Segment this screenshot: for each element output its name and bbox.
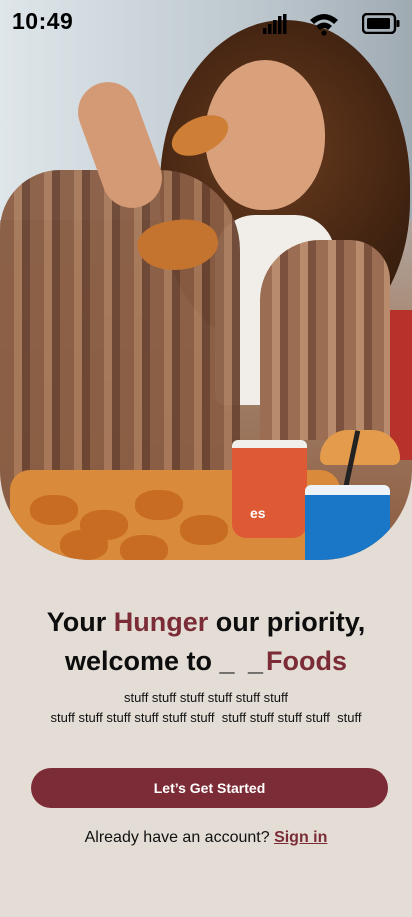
- plaid-jacket-sleeve: [260, 240, 390, 440]
- fried-chicken-piece: [60, 530, 108, 560]
- fried-chicken-piece: [180, 515, 228, 545]
- cellular-signal-icon: [263, 14, 287, 34]
- signin-prompt: Already have an account?: [84, 829, 275, 846]
- cup-logo-text: es: [250, 505, 266, 521]
- status-time: 10:49: [12, 8, 74, 34]
- headline-line-1: Your Hunger our priority,: [0, 603, 412, 642]
- headline-accent-hunger: Hunger: [113, 607, 209, 637]
- burger: [320, 430, 400, 465]
- brand-blank: _ _: [219, 646, 267, 676]
- signin-row: Already have an account? Sign in: [0, 829, 412, 847]
- subtitle-line-2: stuff stuff stuff stuff stuff stuff stuf…: [50, 710, 362, 725]
- fried-chicken-piece: [135, 490, 183, 520]
- headline-text: our priority,: [208, 607, 366, 637]
- red-cup: [232, 440, 307, 538]
- subtitle-line-1: stuff stuff stuff stuff stuff stuff: [123, 690, 289, 705]
- headline-line-2: welcome to _ _Foods: [0, 642, 412, 681]
- signin-link[interactable]: Sign in: [274, 829, 327, 846]
- hero-image: es: [0, 0, 412, 560]
- welcome-headline: Your Hunger our priority, welcome to _ _…: [0, 603, 412, 681]
- headline-text: welcome to: [64, 646, 220, 676]
- status-bar: 10:49: [0, 0, 412, 46]
- brand-name-foods: Foods: [266, 646, 348, 676]
- fried-chicken-piece: [30, 495, 78, 525]
- blue-cup: [305, 485, 390, 560]
- battery-icon: [362, 13, 400, 34]
- get-started-button[interactable]: Let’s Get Started: [31, 768, 388, 808]
- subtitle-text: stuff stuff stuff stuff stuff stuff stuf…: [0, 688, 412, 728]
- headline-text: Your: [46, 607, 114, 637]
- wifi-icon: [310, 14, 338, 36]
- fried-chicken-piece: [120, 535, 168, 560]
